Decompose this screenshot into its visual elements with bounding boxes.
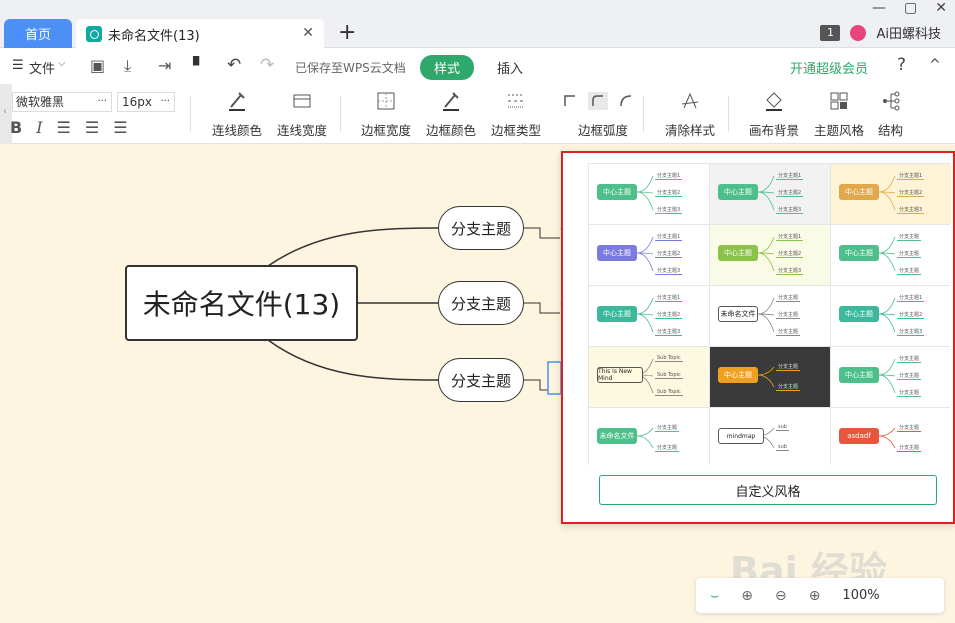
theme-branch-label: 分支主题2 bbox=[655, 312, 683, 319]
theme-branch-label: 分支主题 bbox=[897, 425, 922, 432]
theme-branch-label: 分支主题3 bbox=[897, 329, 925, 336]
theme-branch-label: 分支主题1 bbox=[655, 234, 683, 241]
theme-branch-label: 分支主题1 bbox=[655, 295, 683, 302]
theme-center-label: 未命名文件 bbox=[597, 428, 637, 444]
theme-branch-label: 分支主题 bbox=[776, 295, 801, 302]
theme-thumb[interactable]: 中心主题 分支主题1 分支主题2 分支主题3 bbox=[831, 164, 951, 224]
zoom-out-icon[interactable]: ⊖ bbox=[775, 588, 787, 604]
branch-topic-1[interactable]: 分支主题 bbox=[438, 206, 524, 250]
zoom-bar: ⌣ ⊕ ⊖ ⊕ 100% bbox=[696, 578, 944, 613]
theme-thumb[interactable]: 中心主题 分支主题1 分支主题2 分支主题3 bbox=[589, 164, 709, 224]
theme-branch-label: 分支主题2 bbox=[655, 251, 683, 258]
theme-branch-label: 分支主题 bbox=[776, 384, 801, 391]
theme-branch-label: Sub Topic bbox=[655, 372, 683, 379]
theme-branch-label: 分支主题 bbox=[897, 356, 922, 363]
theme-center-label: 中心主题 bbox=[597, 245, 637, 261]
theme-thumb[interactable]: asdadf 分支主题 分支主题 bbox=[831, 408, 951, 468]
theme-thumb[interactable]: 未命名文件 分支主题 分支主题 分支主题 bbox=[710, 286, 830, 346]
theme-thumb[interactable]: 中心主题 分支主题 分支主题 bbox=[710, 347, 830, 407]
theme-center-label: 中心主题 bbox=[597, 184, 637, 200]
theme-branch-label: 分支主题 bbox=[897, 268, 922, 275]
theme-branch-label: 分支主题 bbox=[776, 312, 801, 319]
theme-branch-label: 分支主题2 bbox=[655, 190, 683, 197]
zoom-level[interactable]: 100% bbox=[842, 588, 879, 603]
theme-branch-label: 分支主题2 bbox=[776, 190, 804, 197]
theme-thumb[interactable]: 中心主题 分支主题1 分支主题2 分支主题3 bbox=[589, 225, 709, 285]
theme-branch-label: 分支主题 bbox=[655, 445, 680, 452]
theme-branch-label: Sub Topic bbox=[655, 389, 683, 396]
theme-branch-label: 分支主题3 bbox=[655, 329, 683, 336]
theme-branch-label: Sub Topic bbox=[655, 355, 683, 362]
theme-center-label: 中心主题 bbox=[839, 245, 879, 261]
theme-branch-label: 分支主题 bbox=[897, 445, 922, 452]
theme-branch-label: 分支主题1 bbox=[655, 173, 683, 180]
theme-branch-label: 分支主题2 bbox=[776, 251, 804, 258]
theme-branch-label: 分支主题1 bbox=[897, 295, 925, 302]
theme-style-panel: 中心主题 分支主题1 分支主题2 分支主题3 中心主题 分支主题1 分支主题2 分支主题3 中心… bbox=[561, 151, 955, 524]
theme-branch-label: 分支主题 bbox=[776, 329, 801, 336]
theme-thumb[interactable]: 中心主题 分支主题 分支主题 分支主题 bbox=[831, 347, 951, 407]
custom-style-button[interactable]: 自定义风格 bbox=[599, 475, 937, 505]
zoom-in-icon[interactable]: ⊕ bbox=[809, 588, 821, 604]
theme-center-label: 中心主题 bbox=[839, 184, 879, 200]
fit-icon[interactable]: ⊕ bbox=[741, 588, 753, 604]
theme-branch-label: 分支主题 bbox=[897, 251, 922, 258]
theme-branch-label: 分支主题1 bbox=[897, 173, 925, 180]
theme-thumb[interactable]: 未命名文件 分支主题 分支主题 bbox=[589, 408, 709, 468]
root-topic[interactable]: 未命名文件(13) bbox=[125, 265, 358, 341]
theme-thumb[interactable]: 中心主题 分支主题 分支主题 分支主题 bbox=[831, 225, 951, 285]
theme-center-label: mindmap bbox=[718, 428, 764, 444]
theme-branch-label: 分支主题3 bbox=[655, 268, 683, 275]
theme-center-label: asdadf bbox=[839, 428, 879, 444]
theme-branch-label: 分支主题 bbox=[897, 373, 922, 380]
theme-thumb[interactable]: 中心主题 分支主题1 分支主题2 分支主题3 bbox=[710, 225, 830, 285]
theme-center-label: 中心主题 bbox=[718, 367, 758, 383]
theme-center-label: This is New Mind bbox=[597, 367, 643, 383]
theme-branch-label: sub bbox=[776, 424, 789, 431]
theme-branch-label: 分支主题3 bbox=[897, 207, 925, 214]
theme-grid: 中心主题 分支主题1 分支主题2 分支主题3 中心主题 分支主题1 分支主题2 分支主题3 中心… bbox=[588, 163, 951, 468]
theme-branch-label: 分支主题2 bbox=[897, 190, 925, 197]
theme-thumb[interactable]: This is New Mind Sub Topic Sub Topic Sub To… bbox=[589, 347, 709, 407]
theme-branch-label: 分支主题1 bbox=[776, 173, 804, 180]
theme-thumb[interactable]: 中心主题 分支主题1 分支主题2 分支主题3 bbox=[589, 286, 709, 346]
theme-thumb[interactable]: 中心主题 分支主题1 分支主题2 分支主题3 bbox=[710, 164, 830, 224]
theme-thumb[interactable]: mindmap sub sub bbox=[710, 408, 830, 468]
theme-branch-label: sub bbox=[776, 444, 789, 451]
theme-branch-label: 分支主题3 bbox=[655, 207, 683, 214]
theme-center-label: 未命名文件 bbox=[718, 306, 758, 322]
theme-center-label: 中心主题 bbox=[839, 367, 879, 383]
theme-branch-label: 分支主题3 bbox=[776, 268, 804, 275]
branch-topic-2[interactable]: 分支主题 bbox=[438, 281, 524, 325]
theme-branch-label: 分支主题 bbox=[897, 234, 922, 241]
theme-center-label: 中心主题 bbox=[718, 245, 758, 261]
eye-icon[interactable]: ⌣ bbox=[710, 588, 719, 604]
theme-thumb[interactable]: 中心主题 分支主题1 分支主题2 分支主题3 bbox=[831, 286, 951, 346]
theme-branch-label: 分支主题3 bbox=[776, 207, 804, 214]
theme-center-label: 中心主题 bbox=[597, 306, 637, 322]
theme-center-label: 中心主题 bbox=[718, 184, 758, 200]
branch-topic-3[interactable]: 分支主题 bbox=[438, 358, 524, 402]
theme-branch-label: 分支主题 bbox=[655, 425, 680, 432]
theme-branch-label: 分支主题1 bbox=[776, 234, 804, 241]
theme-center-label: 中心主题 bbox=[839, 306, 879, 322]
theme-branch-label: 分支主题 bbox=[897, 390, 922, 397]
theme-branch-label: 分支主题 bbox=[776, 364, 801, 371]
theme-branch-label: 分支主题2 bbox=[897, 312, 925, 319]
